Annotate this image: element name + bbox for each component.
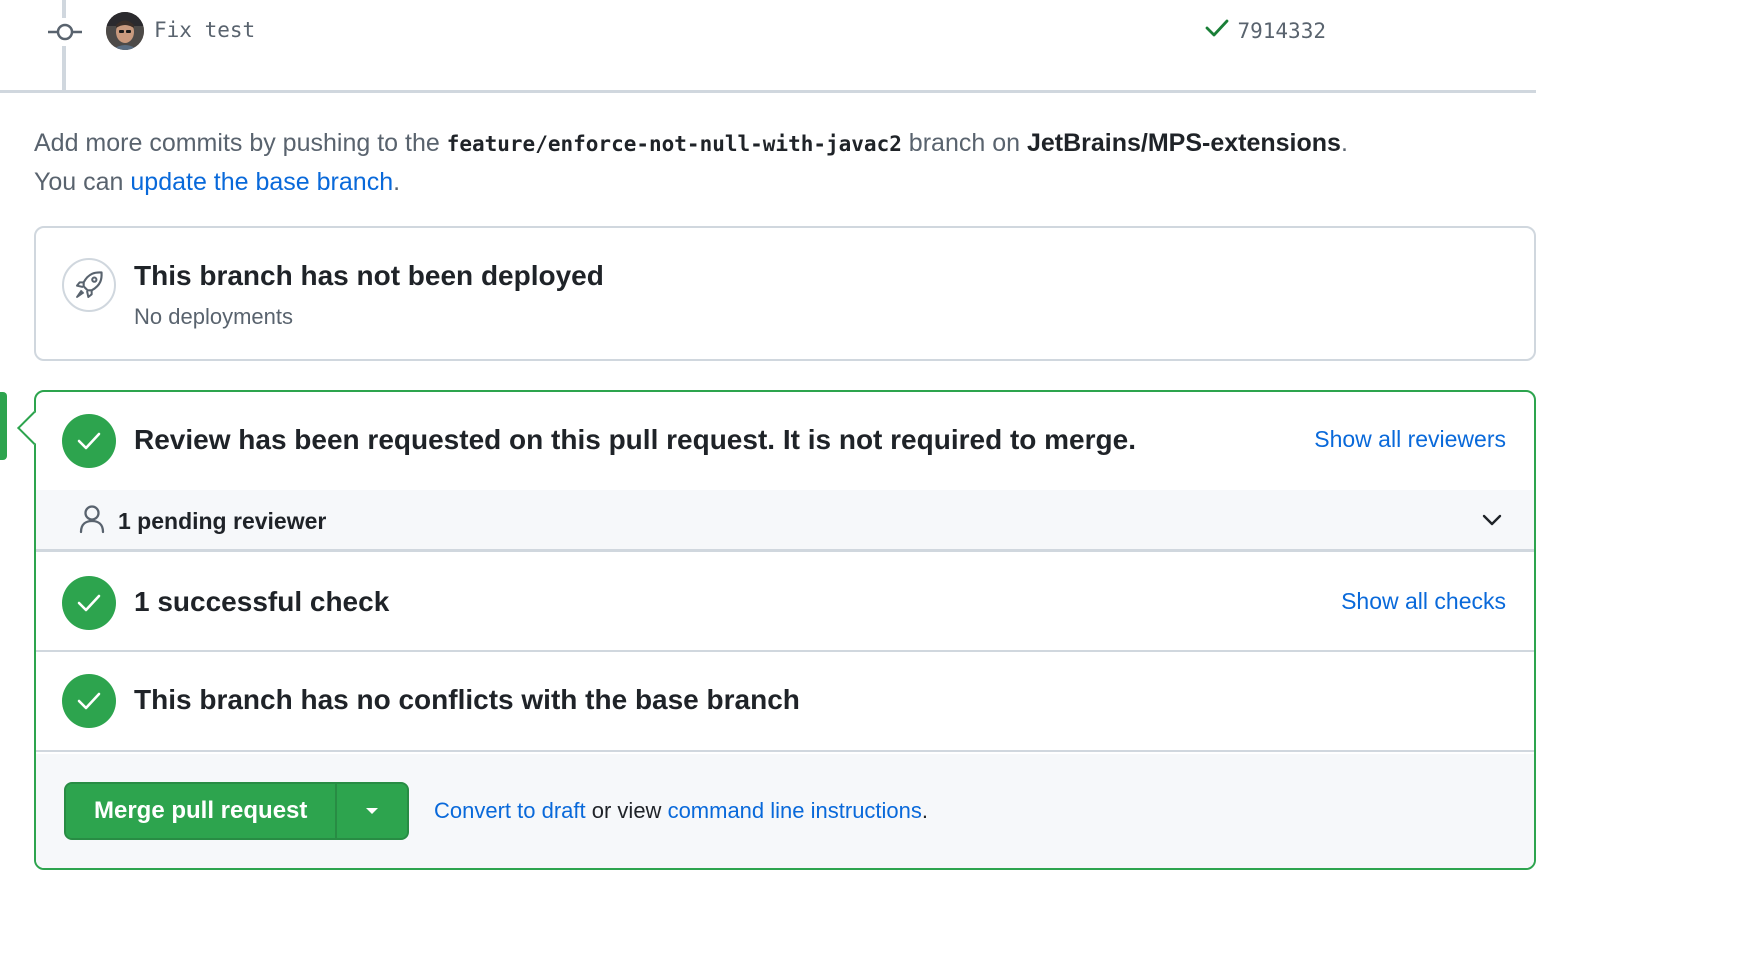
push-info: Add more commits by pushing to the featu… [34, 124, 1534, 201]
check-circle-icon [62, 414, 116, 468]
conflicts-section: This branch has no conflicts with the ba… [36, 652, 1534, 752]
merge-box: Review has been requested on this pull r… [17, 390, 1536, 870]
person-icon [78, 504, 106, 539]
commit-row: Fix test 7914332 [0, 0, 1540, 64]
conflicts-status-title: This branch has no conflicts with the ba… [134, 684, 800, 715]
commit-sha[interactable]: 7914332 [1237, 19, 1326, 43]
caret-down-icon [364, 804, 380, 819]
checks-section: 1 successful check Show all checks [36, 554, 1534, 652]
review-status-title: Review has been requested on this pull r… [134, 424, 1136, 455]
merge-action-text: Convert to draft or view command line in… [434, 798, 928, 824]
merge-button-group: Merge pull request [64, 782, 410, 840]
command-line-instructions-link[interactable]: command line instructions [668, 798, 922, 823]
check-circle-icon [62, 674, 116, 728]
merge-status-marker [0, 392, 7, 460]
push-info-text: . [393, 168, 401, 196]
git-commit-icon [48, 18, 82, 46]
update-base-branch-link[interactable]: update the base branch [130, 168, 393, 196]
push-info-text: . [1340, 129, 1348, 157]
head-branch-name: feature/enforce-not-null-with-javac2 [446, 132, 902, 156]
pending-reviewers-row[interactable]: 1 pending reviewer [36, 490, 1534, 552]
avatar[interactable] [106, 12, 144, 50]
push-info-text: Add more commits by pushing to the [34, 129, 447, 157]
deployment-subtitle: No deployments [134, 304, 293, 329]
review-section: Review has been requested on this pull r… [36, 392, 1534, 490]
check-icon [1205, 18, 1229, 43]
commit-title[interactable]: Fix test [154, 18, 255, 42]
timeline-divider [0, 90, 1536, 93]
deployment-box: This branch has not been deployed No dep… [34, 226, 1536, 361]
merge-box-inner: Review has been requested on this pull r… [36, 392, 1534, 868]
merge-method-dropdown[interactable] [335, 784, 408, 838]
chevron-down-icon[interactable] [1480, 508, 1504, 537]
commit-status[interactable]: 7914332 [1205, 18, 1326, 43]
show-all-reviewers-link[interactable]: Show all reviewers [1314, 426, 1506, 453]
pending-reviewer-count: 1 pending reviewer [118, 508, 327, 534]
deployment-title: This branch has not been deployed [134, 260, 604, 291]
action-text-suffix: . [921, 798, 929, 823]
push-info-line-2: You can update the base branch. [34, 163, 1534, 201]
rocket-icon [62, 258, 116, 312]
repo-name: JetBrains/MPS-extensions [1026, 129, 1341, 157]
checks-status-title: 1 successful check [134, 586, 390, 617]
show-all-checks-link[interactable]: Show all checks [1341, 588, 1506, 615]
convert-to-draft-link[interactable]: Convert to draft [434, 798, 586, 823]
merge-actions: Merge pull request Convert to draft or v… [36, 754, 1534, 868]
check-circle-icon [62, 576, 116, 630]
push-info-line-1: Add more commits by pushing to the featu… [34, 124, 1534, 163]
merge-pull-request-button[interactable]: Merge pull request [66, 784, 336, 838]
push-info-text: branch on [901, 129, 1027, 157]
action-text-connector: or view [585, 798, 668, 823]
push-info-text: You can [34, 168, 131, 196]
